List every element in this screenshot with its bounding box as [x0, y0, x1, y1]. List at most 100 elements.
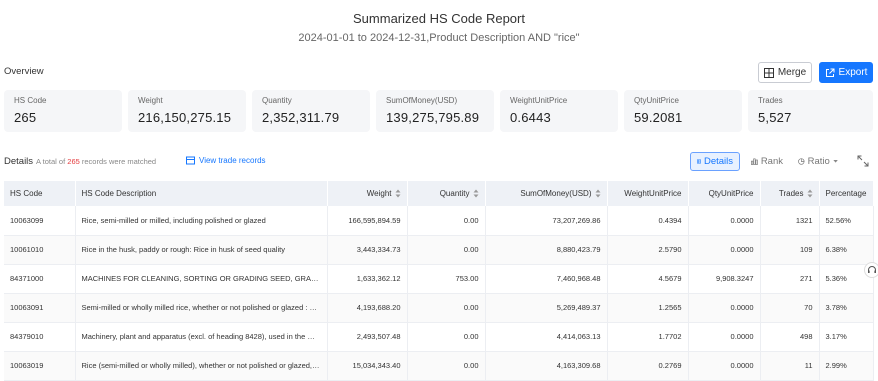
- sort-icon[interactable]: [807, 189, 813, 198]
- view-rank-toggle[interactable]: Rank: [745, 152, 789, 171]
- cell-description: Rice in the husk, paddy or rough: Rice i…: [75, 235, 328, 265]
- cell-quantity: 0.00: [407, 322, 486, 352]
- column-header-trades[interactable]: Trades: [760, 181, 820, 206]
- view-trade-records-link[interactable]: View trade records: [186, 156, 266, 165]
- cell-weight-unit-price: 4.5679: [607, 264, 689, 294]
- cell-weight-unit-price: 0.4394: [607, 206, 689, 236]
- cell-weight: 2,493,507.48: [327, 322, 408, 352]
- cell-trades: 1321: [760, 206, 820, 236]
- cell-hs-code: 84379010: [4, 322, 76, 352]
- cell-quantity: 0.00: [407, 206, 486, 236]
- stat-card-trades: Trades 5,527: [748, 90, 873, 132]
- view-ratio-dropdown[interactable]: Ratio: [792, 152, 844, 171]
- column-header-weight-unit-price[interactable]: WeightUnitPrice: [607, 181, 689, 206]
- cell-weight: 15,034,343.40: [327, 351, 408, 381]
- fullscreen-icon[interactable]: [857, 155, 869, 167]
- cell-weight: 166,595,894.59: [327, 206, 408, 236]
- cell-qty-unit-price: 0.0000: [688, 351, 761, 381]
- cell-trades: 498: [760, 322, 820, 352]
- support-button[interactable]: [864, 262, 878, 278]
- stat-card-value: 139,275,795.89: [386, 110, 480, 125]
- merge-button[interactable]: Merge: [758, 62, 812, 83]
- cell-hs-code: 10063091: [4, 293, 76, 323]
- cell-percentage: 2.99%: [819, 351, 874, 381]
- table-row[interactable]: 10061010 Rice in the husk, paddy or roug…: [4, 235, 874, 265]
- table-row[interactable]: 84379010 Machinery, plant and apparatus …: [4, 322, 874, 352]
- cell-sum-of-money: 4,414,063.13: [485, 322, 608, 352]
- overview-label: Overview: [4, 66, 44, 77]
- sort-icon[interactable]: [473, 189, 479, 198]
- stat-card-qty-unit-price: QtyUnitPrice 59.2081: [624, 90, 742, 132]
- column-header-percentage[interactable]: Percentage: [819, 181, 874, 206]
- cell-trades: 271: [760, 264, 820, 294]
- stat-card-weight-unit-price: WeightUnitPrice 0.6443: [500, 90, 618, 132]
- hs-code-table: HS Code HS Code Description Weight Quant…: [4, 181, 874, 381]
- table-row[interactable]: 84371000 MACHINES FOR CLEANING, SORTING …: [4, 264, 874, 294]
- table-row[interactable]: 10063099 Rice, semi-milled or milled, in…: [4, 206, 874, 236]
- merge-icon: [763, 67, 774, 78]
- records-icon: [186, 156, 195, 165]
- view-trade-records-label: View trade records: [199, 156, 266, 165]
- caret-down-icon: [833, 160, 838, 163]
- stat-card-value: 216,150,275.15: [138, 110, 232, 125]
- cell-percentage: 6.38%: [819, 235, 874, 265]
- cell-weight: 3,443,334.73: [327, 235, 408, 265]
- table-header-row: HS Code HS Code Description Weight Quant…: [4, 181, 874, 206]
- records-prefix: A total of: [36, 157, 66, 166]
- cell-weight-unit-price: 0.2769: [607, 351, 689, 381]
- cell-qty-unit-price: 0.0000: [688, 235, 761, 265]
- export-button[interactable]: Export: [819, 62, 873, 83]
- stat-card-value: 59.2081: [634, 110, 683, 125]
- cell-weight: 4,193,688.20: [327, 293, 408, 323]
- records-count: 265: [67, 157, 80, 166]
- cell-sum-of-money: 8,880,423.79: [485, 235, 608, 265]
- sort-icon[interactable]: [595, 189, 601, 198]
- cell-sum-of-money: 5,269,489.37: [485, 293, 608, 323]
- column-header-description[interactable]: HS Code Description: [75, 181, 328, 206]
- cell-description: Machinery, plant and apparatus (excl. of…: [75, 322, 328, 352]
- cell-quantity: 0.00: [407, 235, 486, 265]
- stat-card-weight: Weight 216,150,275.15: [128, 90, 246, 132]
- stat-card-label: Weight: [138, 96, 163, 105]
- cell-hs-code: 84371000: [4, 264, 76, 294]
- column-header-sum-of-money[interactable]: SumOfMoney(USD): [485, 181, 608, 206]
- report-title: Summarized HS Code Report: [353, 11, 525, 26]
- stat-card-hs-code: HS Code 265: [4, 90, 122, 132]
- cell-description: Semi-milled or wholly milled rice, wheth…: [75, 293, 328, 323]
- stat-card-label: Trades: [758, 96, 783, 105]
- table-row[interactable]: 10063091 Semi-milled or wholly milled ri…: [4, 293, 874, 323]
- cell-quantity: 0.00: [407, 351, 486, 381]
- column-header-weight[interactable]: Weight: [327, 181, 408, 206]
- merge-button-label: Merge: [777, 67, 807, 78]
- view-details-label: Details: [703, 156, 733, 167]
- sort-icon[interactable]: [395, 189, 401, 198]
- column-header-hs-code[interactable]: HS Code: [4, 181, 76, 206]
- cell-description: Rice (semi-milled or wholly milled), whe…: [75, 351, 328, 381]
- report-subtitle: 2024-01-01 to 2024-12-31,Product Descrip…: [298, 32, 580, 44]
- cell-sum-of-money: 7,460,968.48: [485, 264, 608, 294]
- cell-weight-unit-price: 1.7702: [607, 322, 689, 352]
- column-header-qty-unit-price[interactable]: QtyUnitPrice: [688, 181, 761, 206]
- cell-qty-unit-price: 0.0000: [688, 206, 761, 236]
- details-label: Details: [4, 156, 34, 167]
- cell-weight: 1,633,362.12: [327, 264, 408, 294]
- records-suffix: records were matched: [81, 157, 157, 166]
- cell-sum-of-money: 4,163,309.68: [485, 351, 608, 381]
- cell-hs-code: 10063099: [4, 206, 76, 236]
- table-icon: [697, 159, 701, 164]
- stat-card-label: Quantity: [262, 96, 292, 105]
- stat-card-label: HS Code: [14, 96, 47, 105]
- stat-card-label: SumOfMoney(USD): [386, 96, 458, 105]
- view-details-toggle[interactable]: Details: [690, 152, 740, 171]
- cell-weight-unit-price: 1.2565: [607, 293, 689, 323]
- cell-percentage: 52.56%: [819, 206, 874, 236]
- cell-hs-code: 10061010: [4, 235, 76, 265]
- stat-card-quantity: Quantity 2,352,311.79: [252, 90, 370, 132]
- table-row[interactable]: 10063019 Rice (semi-milled or wholly mil…: [4, 351, 874, 381]
- stat-card-sum-of-money: SumOfMoney(USD) 139,275,795.89: [376, 90, 494, 132]
- column-header-quantity[interactable]: Quantity: [407, 181, 486, 206]
- stat-card-label: QtyUnitPrice: [634, 96, 679, 105]
- stat-card-label: WeightUnitPrice: [510, 96, 568, 105]
- cell-percentage: 3.78%: [819, 293, 874, 323]
- pie-chart-icon: [798, 158, 805, 165]
